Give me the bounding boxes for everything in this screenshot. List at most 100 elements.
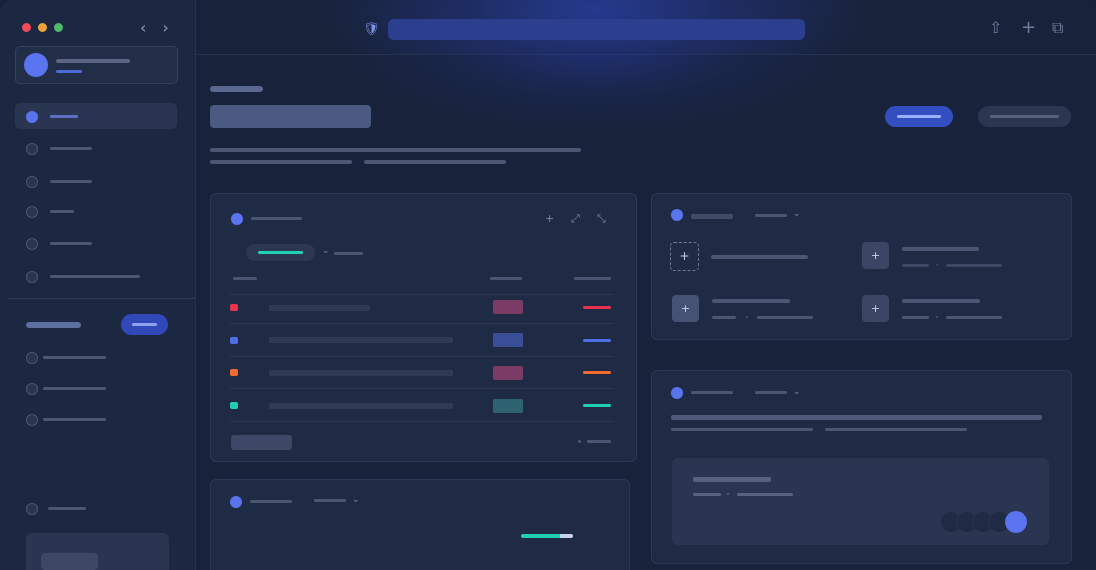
- new-tab-icon[interactable]: +: [1021, 19, 1036, 37]
- nav-icon: [26, 238, 38, 250]
- nav-icon: [26, 111, 38, 123]
- card-filter-placeholder: [755, 214, 787, 217]
- shield-icon: 🛡: [363, 22, 380, 37]
- address-bar[interactable]: [388, 19, 805, 40]
- nav-icon: [26, 176, 38, 188]
- chevron-down-icon[interactable]: ⌄: [793, 209, 801, 220]
- filter-chip[interactable]: [246, 244, 315, 261]
- progress-bar: [521, 534, 573, 538]
- nav-icon: [26, 206, 38, 218]
- action-meta-placeholder: [712, 316, 736, 319]
- table-divider: [230, 294, 614, 295]
- header-glow: [196, 54, 1096, 204]
- sidebar-item-2[interactable]: [15, 135, 177, 161]
- activity-card: [210, 479, 630, 570]
- sidebar-item-3[interactable]: [15, 168, 177, 194]
- column-header-2: [490, 277, 522, 280]
- action-tile-3[interactable]: +: [862, 295, 889, 322]
- add-icon[interactable]: +: [545, 213, 554, 224]
- sidebar-sub-item-2[interactable]: [15, 375, 177, 401]
- action-meta-placeholder: [902, 316, 929, 319]
- table-divider: [230, 388, 614, 389]
- status-indicator: [230, 337, 238, 344]
- card-title-placeholder: [691, 391, 733, 394]
- nav-label-placeholder: [50, 115, 78, 118]
- nav-label-placeholder: [50, 180, 92, 183]
- pagination-label-placeholder: [587, 440, 611, 443]
- status-indicator: [230, 369, 238, 376]
- action-meta-separator: [936, 264, 938, 266]
- nav-icon: [26, 503, 38, 515]
- table-divider: [230, 323, 614, 324]
- action-tile-2[interactable]: +: [672, 295, 699, 322]
- status-badge: [493, 366, 523, 380]
- nav-icon: [26, 383, 38, 395]
- sidebar-footer-item[interactable]: [15, 495, 177, 521]
- secondary-action-button[interactable]: [978, 106, 1071, 127]
- action-label-placeholder: [902, 247, 979, 251]
- app-window: ‹ › 🛡 ⇧ + ⧉ + ⤢ ⤡ ⌄ ⌄ ⌄ + + + + ⌄: [0, 0, 1096, 570]
- card-title-placeholder: [251, 217, 302, 220]
- workspace-switcher[interactable]: [15, 46, 178, 84]
- row-name-placeholder: [269, 403, 453, 409]
- card-icon: [231, 213, 243, 225]
- nav-icon: [26, 143, 38, 155]
- window-controls: [22, 23, 63, 32]
- table-divider: [230, 356, 614, 357]
- chevron-down-icon[interactable]: ⌄: [352, 495, 360, 506]
- team-members-panel: [672, 458, 1049, 545]
- status-badge: [493, 333, 523, 347]
- action-meta-separator: [746, 316, 748, 318]
- card-icon: [671, 209, 683, 221]
- promo-button[interactable]: [41, 553, 98, 570]
- progress-indicator: [583, 306, 611, 309]
- card-icon: [671, 387, 683, 399]
- primary-action-button[interactable]: [885, 106, 953, 127]
- sidebar-item-6[interactable]: [15, 263, 177, 289]
- maximize-window-button[interactable]: [54, 23, 63, 32]
- action-label-placeholder: [902, 299, 980, 303]
- card-title-placeholder: [691, 214, 733, 219]
- pagination-dot: [578, 440, 581, 443]
- tabs-icon[interactable]: ⧉: [1052, 20, 1063, 36]
- expand-icon[interactable]: ⤢: [571, 213, 580, 224]
- card-body-line-1: [671, 415, 1042, 420]
- workspace-subtitle-placeholder: [56, 70, 82, 73]
- back-arrow-icon[interactable]: ‹: [140, 20, 146, 36]
- action-meta-separator: [936, 316, 938, 318]
- action-tile-1[interactable]: +: [862, 242, 889, 269]
- card-filter-placeholder: [314, 499, 346, 502]
- sidebar-sub-item-1[interactable]: [15, 344, 177, 370]
- nav-label-placeholder: [48, 507, 86, 510]
- status-indicator: [230, 304, 238, 311]
- sidebar-item-4[interactable]: [15, 198, 177, 224]
- table-divider: [230, 421, 614, 422]
- action-meta-placeholder: [946, 264, 1002, 267]
- forward-arrow-icon[interactable]: ›: [162, 20, 168, 36]
- chevron-down-icon[interactable]: ⌄: [322, 246, 330, 257]
- sidebar-item-1[interactable]: [15, 103, 177, 129]
- panel-meta-separator: [727, 493, 729, 495]
- share-icon[interactable]: ⇧: [989, 20, 1002, 36]
- nav-icon: [26, 352, 38, 364]
- filter-label-placeholder: [334, 252, 363, 255]
- row-name-placeholder: [269, 337, 453, 343]
- progress-indicator: [583, 339, 611, 342]
- nav-label-placeholder: [50, 210, 74, 213]
- button-label-placeholder: [897, 115, 941, 118]
- chevron-down-icon[interactable]: ⌄: [793, 387, 801, 398]
- nav-label-placeholder: [50, 147, 92, 150]
- nav-icon: [26, 271, 38, 283]
- add-action-tile[interactable]: +: [670, 242, 699, 271]
- history-nav: ‹ ›: [140, 20, 169, 36]
- add-member-avatar[interactable]: [1005, 511, 1027, 533]
- sidebar-sub-item-3[interactable]: [15, 406, 177, 432]
- sidebar-item-5[interactable]: [15, 230, 177, 256]
- card-icon: [230, 496, 242, 508]
- panel-title-placeholder: [693, 477, 771, 482]
- load-more-button[interactable]: [231, 435, 292, 450]
- close-window-button[interactable]: [22, 23, 31, 32]
- collapse-icon[interactable]: ⤡: [597, 213, 606, 224]
- minimize-window-button[interactable]: [38, 23, 47, 32]
- section-action-button[interactable]: [121, 314, 168, 335]
